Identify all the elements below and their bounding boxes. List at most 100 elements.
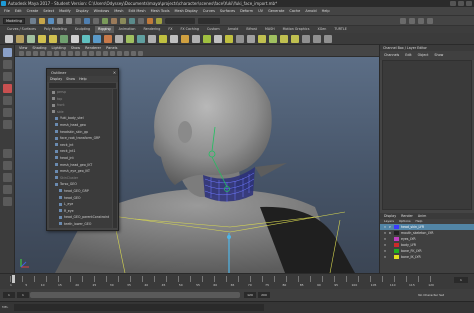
parent-constraint-icon[interactable] [148, 35, 156, 43]
outliner-row[interactable]: face_root_transform_GRP [49, 135, 112, 142]
snap-surface-icon[interactable] [129, 18, 135, 24]
outliner-close-button[interactable]: ✕ [113, 69, 116, 76]
last-tool-icon[interactable] [2, 120, 12, 129]
command-input[interactable] [14, 304, 264, 311]
outliner-row[interactable]: defaultLightSet [49, 227, 112, 228]
outliner-row[interactable]: persp [49, 89, 112, 96]
outliner-row[interactable]: top [49, 96, 112, 103]
tool-settings-icon[interactable] [418, 18, 424, 24]
xray-icon[interactable] [131, 51, 136, 56]
outliner-row[interactable]: neck_jnt1 [49, 148, 112, 155]
shelf-tab-rigging[interactable]: Rigging [95, 26, 114, 33]
outliner-row[interactable]: SkinCluster [49, 175, 112, 182]
range-bar[interactable] [30, 292, 240, 298]
shelf-tab-sculpting[interactable]: Sculpting [72, 26, 93, 33]
wireframe-icon[interactable] [68, 51, 73, 56]
menu-mesh-display[interactable]: Mesh Display [175, 7, 198, 15]
anim-end-field[interactable]: 200 [258, 292, 270, 298]
outliner-scrollbar[interactable] [113, 89, 117, 228]
select-object-icon[interactable] [84, 18, 90, 24]
menu-surfaces[interactable]: Surfaces [220, 7, 235, 15]
save-scene-icon[interactable] [48, 18, 54, 24]
layer-color-swatch[interactable] [394, 231, 399, 235]
menu-arnold[interactable]: Arnold [305, 7, 316, 15]
persp-outliner-icon[interactable] [2, 173, 12, 182]
menu-set-dropdown[interactable]: Modeling [3, 18, 25, 24]
menu-uv[interactable]: UV [258, 7, 263, 15]
scale-tool-icon[interactable] [2, 108, 12, 117]
layer-playback-toggle[interactable]: P [389, 225, 392, 229]
outliner-row[interactable]: neck_jnt [49, 142, 112, 149]
insert-joint-icon[interactable] [27, 35, 35, 43]
camera-icon[interactable] [19, 51, 24, 56]
outliner-row[interactable]: R_eye [49, 208, 112, 215]
character-set-label[interactable]: No Character Set [418, 292, 444, 298]
object-menu[interactable]: Object [418, 51, 429, 60]
layer-visibility-toggle[interactable]: V [384, 237, 387, 241]
custom-shelf-icon[interactable] [324, 35, 332, 43]
shelf-tab-xgen[interactable]: XGen [314, 26, 329, 33]
lattice-icon[interactable] [82, 35, 90, 43]
outliner-menu-help[interactable]: Help [79, 76, 87, 82]
rotate-tool-icon[interactable] [2, 96, 12, 105]
orient-constraint-icon[interactable] [137, 35, 145, 43]
outliner-titlebar[interactable]: Outliner ✕ [47, 69, 118, 76]
snap-curve-icon[interactable] [111, 18, 117, 24]
layer-visibility-toggle[interactable]: V [384, 231, 387, 235]
textured-icon[interactable] [82, 51, 87, 56]
mirror-joint-icon[interactable] [38, 35, 46, 43]
aa-icon[interactable] [117, 51, 122, 56]
outliner-menu-display[interactable]: Display [50, 76, 62, 82]
delete-history-icon[interactable] [269, 35, 277, 43]
menu-windows[interactable]: Windows [94, 7, 110, 15]
persp-graph-icon[interactable] [2, 185, 12, 194]
outliner-row[interactable]: head_GEO_parentConstraint [49, 214, 112, 221]
nurbs-circle-icon[interactable] [247, 35, 255, 43]
shelf-tab-bifrost[interactable]: Bifrost [243, 26, 260, 33]
menu-display[interactable]: Display [76, 7, 89, 15]
lights-icon[interactable] [89, 51, 94, 56]
outliner-row[interactable]: Yuki_body_skel [49, 115, 112, 122]
range-start-field[interactable]: 1 [17, 292, 29, 298]
minimize-button[interactable] [450, 1, 456, 6]
anim-start-field[interactable]: 1 [3, 292, 15, 298]
wrap-deformer-icon[interactable] [181, 35, 189, 43]
modeling-toolkit-icon[interactable] [400, 18, 406, 24]
shelf-tab-custom[interactable]: Custom [204, 26, 223, 33]
input-field-icon[interactable] [165, 18, 195, 24]
single-view-icon[interactable] [2, 149, 12, 158]
layer-color-swatch[interactable] [394, 255, 399, 259]
layer-visibility-toggle[interactable]: V [384, 249, 387, 253]
shelf-tab-animation[interactable]: Animation [116, 26, 139, 33]
outliner-layout-icon[interactable] [2, 197, 12, 206]
menu-edit-mesh[interactable]: Edit Mesh [128, 7, 145, 15]
shelf-tab-mash[interactable]: MASH [262, 26, 278, 33]
layer-playback-toggle[interactable]: R [389, 231, 392, 235]
outliner-row[interactable]: Torso_GEO [49, 181, 112, 188]
shelf-tab-poly[interactable]: Poly Modeling [41, 26, 70, 33]
outliner-row[interactable]: headskin_skin_gp [49, 129, 112, 136]
shadows-icon[interactable] [96, 51, 101, 56]
menu-modify[interactable]: Modify [59, 7, 71, 15]
outliner-menu-show[interactable]: Show [66, 76, 75, 82]
ik-handle-icon[interactable] [16, 35, 24, 43]
menu-generate[interactable]: Generate [268, 7, 284, 15]
center-pivot-icon[interactable] [280, 35, 288, 43]
outliner-row[interactable]: side [49, 109, 112, 116]
cv-curve-icon[interactable] [236, 35, 244, 43]
outliner-row[interactable]: mesh_eye_geo_IKT [49, 168, 112, 175]
shelf-tab-motion-graphics[interactable]: Motion Graphics [280, 26, 313, 33]
channels-menu[interactable]: Channels [384, 51, 399, 60]
isolate-icon[interactable] [124, 51, 129, 56]
redo-icon[interactable] [66, 18, 72, 24]
script-language-label[interactable]: MEL [2, 305, 8, 309]
layer-row[interactable]: Vbone_IK_LYR [380, 254, 474, 260]
sign-in-icon[interactable] [198, 18, 220, 24]
select-component-icon[interactable] [93, 18, 99, 24]
layer-color-swatch[interactable] [394, 243, 399, 247]
ao-icon[interactable] [103, 51, 108, 56]
snap-point-icon[interactable] [120, 18, 126, 24]
range-end-field[interactable]: 120 [244, 292, 256, 298]
camera-attr-icon[interactable] [26, 51, 31, 56]
layer-visibility-toggle[interactable]: V [384, 243, 387, 247]
